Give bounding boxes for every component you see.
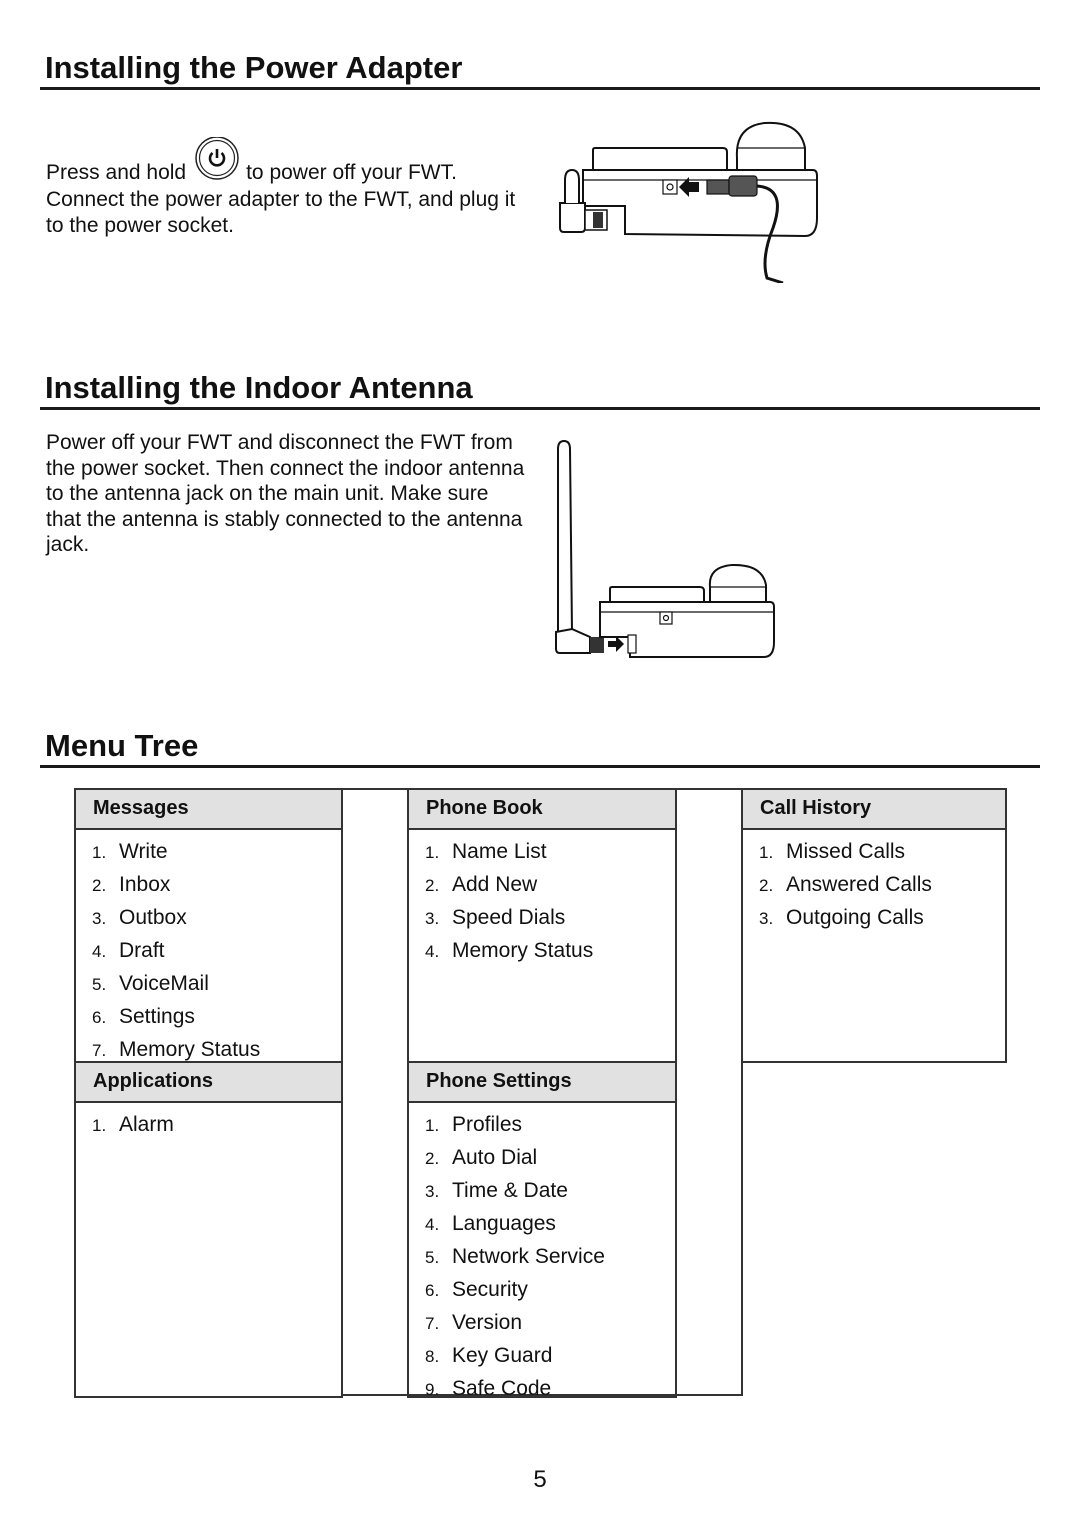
- phone-antenna-illustration: [550, 437, 780, 667]
- menu-item: 1. Profiles: [425, 1113, 523, 1136]
- section-divider: [40, 765, 1040, 768]
- power-button-icon: [192, 136, 242, 187]
- menu-header-phone-settings: Phone Settings: [407, 1061, 677, 1103]
- menu-header-call-history: Call History: [741, 788, 1007, 830]
- menu-item: 6. Security: [425, 1278, 528, 1301]
- menu-header-messages: Messages: [74, 788, 343, 830]
- menu-item: 3. Outgoing Calls: [759, 906, 924, 929]
- section-title-power-adapter: Installing the Power Adapter: [45, 50, 463, 85]
- menu-item: 4. Memory Status: [425, 939, 594, 962]
- menu-item: 2. Auto Dial: [425, 1146, 538, 1169]
- menu-item: 1. Write: [92, 840, 168, 863]
- menu-item: 1. Name List: [425, 840, 547, 863]
- table-border: [675, 788, 743, 790]
- menu-item: 4. Draft: [92, 939, 165, 962]
- menu-item: 2. Add New: [425, 873, 538, 896]
- menu-item: 2. Answered Calls: [759, 873, 932, 896]
- menu-item: 4. Languages: [425, 1212, 556, 1235]
- menu-item: 5. VoiceMail: [92, 972, 209, 995]
- section-divider: [40, 87, 1040, 90]
- menu-item: 5. Network Service: [425, 1245, 605, 1268]
- menu-list-call-history: 1. Missed Calls 2. Answered Calls 3. Outgoi…: [741, 830, 1007, 1063]
- menu-item: 8. Key Guard: [425, 1344, 553, 1367]
- menu-header-phone-book: Phone Book: [407, 788, 677, 830]
- indoor-antenna-instructions: Power off your FWT and disconnect the FW…: [46, 431, 525, 556]
- instruction-text-rest: Connect the power adapter to the FWT, an…: [46, 188, 516, 237]
- menu-list-applications: 1. Alarm: [74, 1103, 343, 1398]
- power-adapter-instructions: Press and hold to power off your FWT. Con…: [46, 136, 536, 238]
- menu-list-phone-book: 1. Name List 2. Add New 3. Speed Dials 4. Me…: [407, 830, 677, 1063]
- menu-item: 1. Missed Calls: [759, 840, 906, 863]
- section-title-indoor-antenna: Installing the Indoor Antenna: [45, 370, 473, 405]
- menu-item: 2. Inbox: [92, 873, 171, 896]
- menu-list-messages: 1. Write 2. Inbox 3. Outbox 4. Draft 5. Voice…: [74, 830, 343, 1063]
- menu-item: 6. Settings: [92, 1005, 195, 1028]
- section-divider: [40, 407, 1040, 410]
- menu-item: 9. Safe Code: [425, 1377, 552, 1400]
- instruction-text-after: to power off your FWT.: [246, 161, 457, 184]
- menu-item: 7. Version: [425, 1311, 523, 1334]
- menu-item: 1. Alarm: [92, 1113, 174, 1136]
- menu-item: 3. Speed Dials: [425, 906, 566, 929]
- page-number: 5: [533, 1466, 547, 1493]
- menu-item: 3. Outbox: [92, 906, 187, 929]
- menu-item: 3. Time & Date: [425, 1179, 568, 1202]
- phone-power-adapter-illustration: [555, 118, 825, 288]
- menu-header-applications: Applications: [74, 1061, 343, 1103]
- menu-list-phone-settings: 1. Profiles 2. Auto Dial 3. Time & Date 4. L…: [407, 1103, 677, 1400]
- instruction-text-before: Press and hold: [46, 161, 187, 184]
- section-title-menu-tree: Menu Tree: [45, 728, 199, 763]
- table-border: [341, 788, 409, 790]
